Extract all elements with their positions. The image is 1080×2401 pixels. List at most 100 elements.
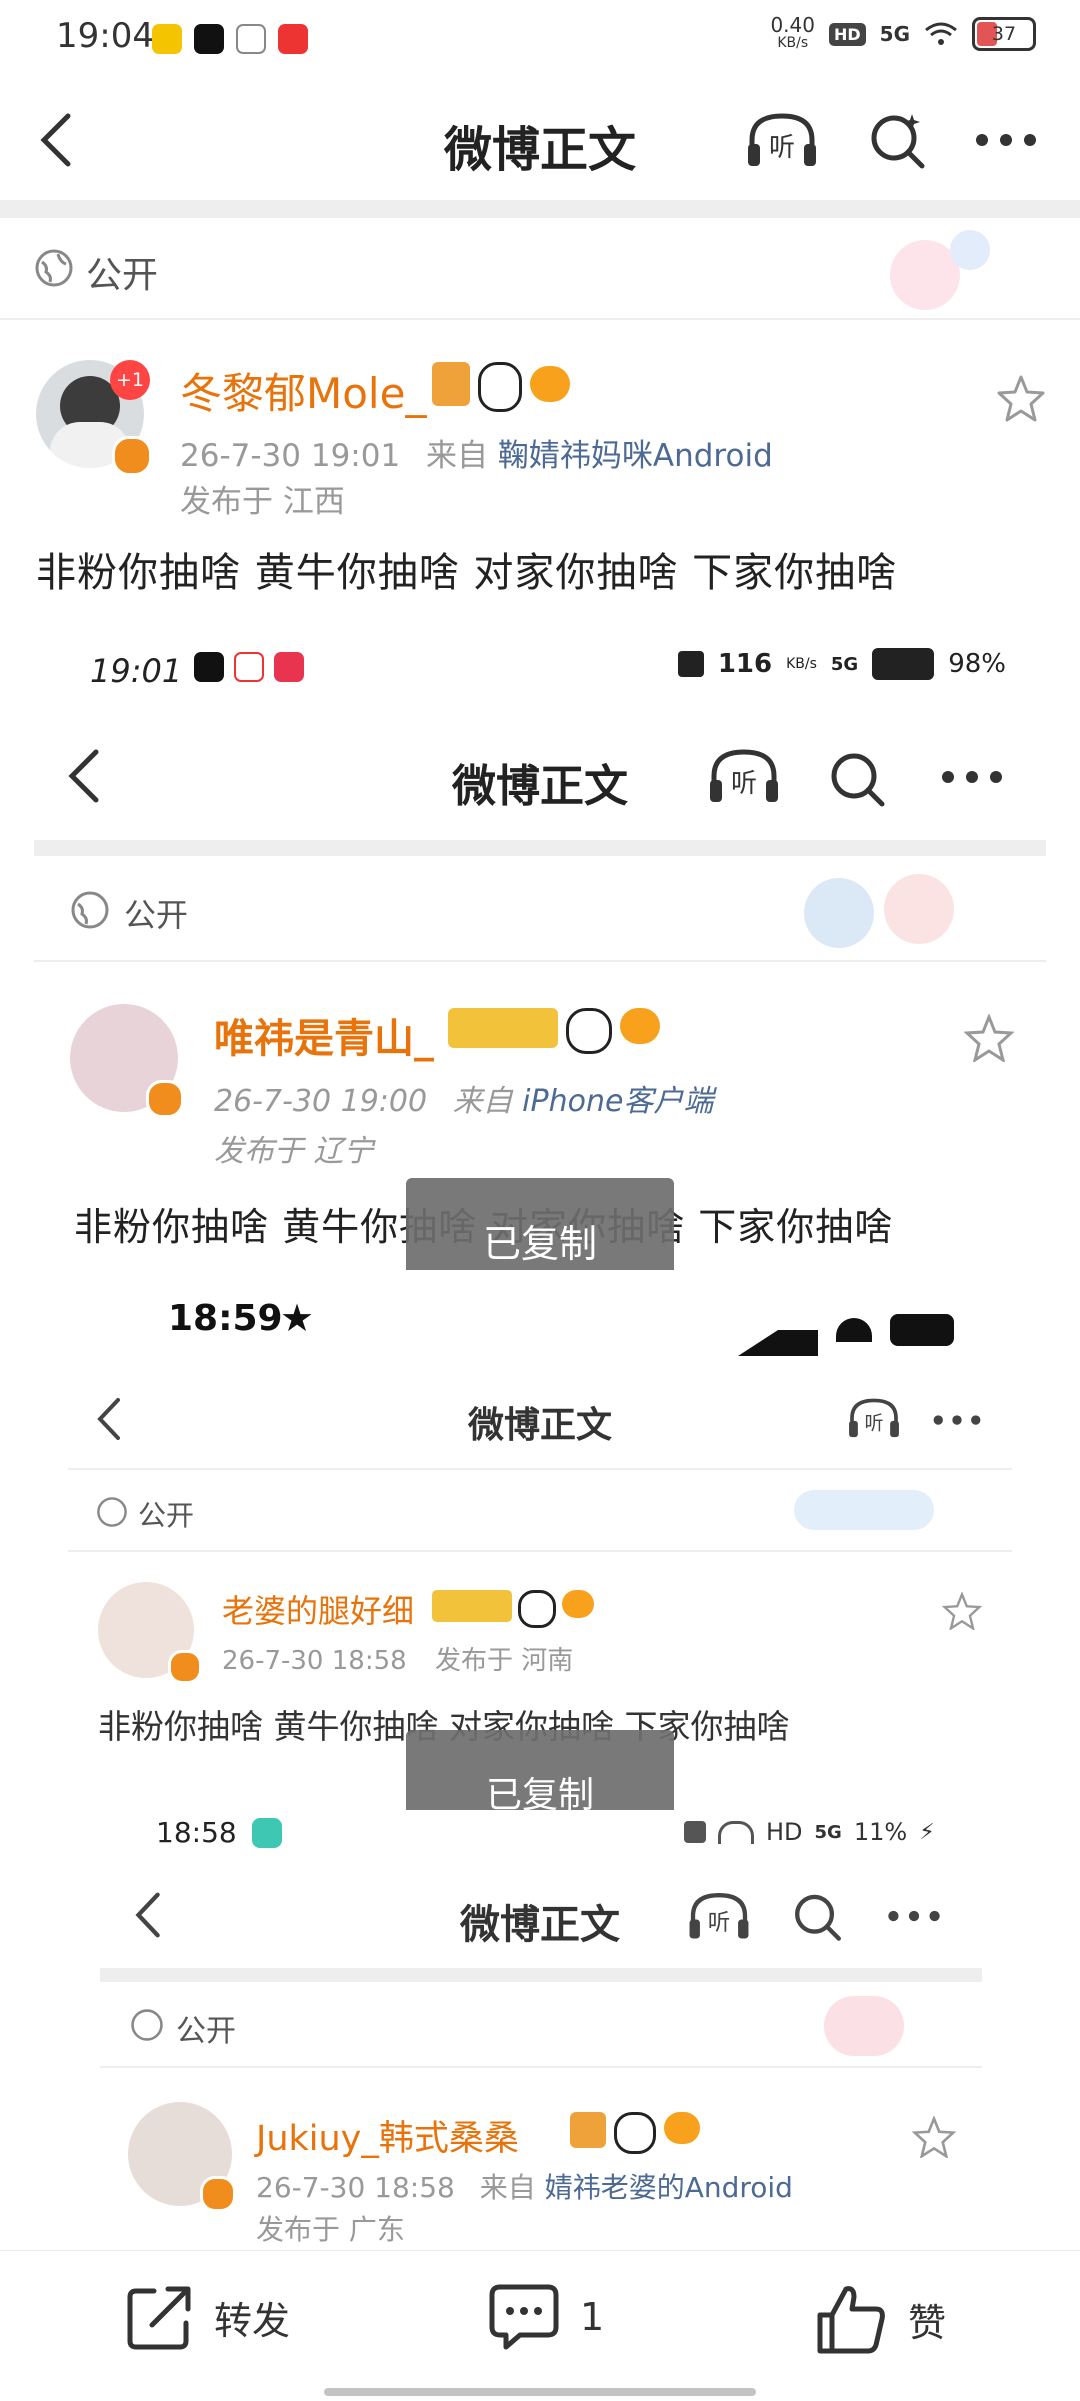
wifi-icon bbox=[925, 22, 957, 45]
embedded-3-status-time: 18:58 bbox=[156, 1816, 237, 1849]
crown-badge-icon bbox=[432, 362, 470, 406]
embedded-3-visibility: 公开 bbox=[176, 2014, 236, 2049]
search-icon bbox=[871, 114, 925, 169]
embedded-screenshot-1: 19:01 116 KB/s 5G 98% 微博正文 听 公开 唯祎是青山_ 2… bbox=[34, 620, 1046, 1270]
embedded-3-badges bbox=[570, 2112, 700, 2154]
charging-icon: ⚡ bbox=[919, 1819, 935, 1845]
embedded-screenshot-2: 18:59 ★ 微博正文 听 公开 老婆的腿好细 26-7-30 18:58 发… bbox=[34, 1270, 1046, 1810]
embedded-1-region: 发布于 辽宁 bbox=[214, 1134, 374, 1169]
embedded-2-star-icon bbox=[942, 1592, 982, 1630]
search-button[interactable] bbox=[862, 104, 934, 176]
battery-icon bbox=[872, 648, 935, 680]
forward-label: 转发 bbox=[214, 2298, 291, 2343]
forward-icon bbox=[127, 2286, 191, 2350]
embedded-3-sticker bbox=[754, 1982, 954, 2062]
headphones-icon: 听 bbox=[748, 113, 816, 166]
comment-icon bbox=[489, 2284, 559, 2350]
signal-icon bbox=[738, 1304, 818, 1356]
status-indicators: 0.40 KB/s HD 5G 37 bbox=[770, 13, 1036, 52]
embedded-3-star-icon bbox=[912, 2116, 956, 2158]
fish-badge-icon bbox=[530, 366, 570, 402]
embedded-1-more-icon bbox=[942, 771, 1002, 783]
embedded-2-username: 老婆的腿好细 bbox=[222, 1592, 415, 1630]
thumbs-up-icon bbox=[817, 2286, 885, 2354]
game-app-icon bbox=[278, 24, 308, 54]
embedded-1-title: 微博正文 bbox=[452, 761, 628, 812]
mute-icon bbox=[684, 1821, 706, 1843]
embedded-3-status-indicators: HD 5G 11% ⚡ bbox=[684, 1818, 935, 1846]
embedded-1-meta: 26-7-30 19:00 来自 iPhone客户端 bbox=[214, 1084, 714, 1119]
embedded-1-search-icon bbox=[831, 753, 885, 807]
post-source[interactable]: 鞠婧祎妈咪Android bbox=[498, 438, 773, 474]
embedded-3-headphones-icon: 听 bbox=[689, 1893, 749, 1939]
embedded-2-status-indicators bbox=[738, 1304, 954, 1356]
hd-icon: HD bbox=[828, 22, 866, 46]
embedded-1-headphones-icon: 听 bbox=[710, 749, 778, 802]
signal-icon: 5G bbox=[879, 22, 910, 46]
embedded-screenshot-3: 18:58 HD 5G 11% ⚡ 微博正文 听 公开 Jukiuy_韩式桑桑 bbox=[34, 1810, 1046, 2250]
embedded-2-badges bbox=[432, 1590, 594, 1628]
douyin-app-icon bbox=[194, 24, 224, 54]
embedded-3-more-icon bbox=[888, 1910, 940, 1922]
like-label: 赞 bbox=[908, 2300, 947, 2345]
embedded-2-visibility: 公开 bbox=[138, 1499, 195, 1532]
embedded-3-region: 发布于 广东 bbox=[256, 2213, 405, 2246]
verified-icon bbox=[112, 436, 152, 476]
weibo-app-icon bbox=[152, 24, 182, 54]
embedded-1-verified-icon bbox=[146, 1080, 184, 1118]
home-indicator[interactable] bbox=[324, 2388, 756, 2396]
embedded-3-globe-icon bbox=[131, 2009, 163, 2041]
embedded-1-app-icons bbox=[194, 652, 304, 682]
visibility-row: 公开 bbox=[0, 218, 1080, 320]
decorative-sticker bbox=[880, 220, 1010, 316]
user-badges bbox=[432, 362, 570, 412]
embedded-1-sticker bbox=[804, 868, 974, 958]
embedded-2-sticker bbox=[774, 1470, 964, 1540]
battery-icon bbox=[890, 1314, 954, 1346]
net-speed: 0.40 KB/s bbox=[770, 13, 815, 51]
post-meta: 26-7-30 19:01 来自 鞠婧祎妈咪Android bbox=[180, 438, 773, 474]
embedded-3-verified-icon bbox=[200, 2176, 236, 2212]
favorite-star-icon[interactable] bbox=[996, 374, 1046, 422]
svg-text:听: 听 bbox=[864, 1413, 883, 1435]
embedded-1-badges bbox=[448, 1008, 660, 1054]
panda-badge-icon bbox=[478, 362, 522, 412]
avatar-badge: +1 bbox=[110, 360, 150, 400]
notification-icons bbox=[152, 24, 308, 54]
status-time: 19:04 bbox=[56, 16, 154, 56]
listen-label: 听 bbox=[769, 133, 795, 163]
embedded-1-status-indicators: 116 KB/s 5G 98% bbox=[677, 648, 1006, 680]
section-divider bbox=[0, 200, 1080, 218]
listen-button[interactable]: 听 bbox=[742, 104, 822, 176]
forward-button[interactable]: 转发 bbox=[124, 2281, 290, 2353]
svg-text:听: 听 bbox=[731, 769, 757, 799]
embedded-2-more-icon bbox=[933, 1415, 981, 1425]
embedded-3-meta: 26-7-30 18:58 来自 婧祎老婆的Android bbox=[256, 2171, 793, 2204]
status-bar: 19:04 0.40 KB/s HD 5G 37 bbox=[0, 0, 1080, 80]
embedded-2-globe-icon bbox=[97, 1497, 127, 1527]
comment-count: 1 bbox=[580, 2295, 605, 2339]
embedded-3-app-icon bbox=[252, 1818, 282, 1848]
embedded-2-headphones-icon: 听 bbox=[849, 1398, 899, 1438]
post-text: 非粉你抽啥 黄牛你抽啥 对家你抽啥 下家你抽啥 bbox=[36, 550, 898, 596]
embedded-2-meta: 26-7-30 18:58 发布于 河南 bbox=[222, 1646, 574, 1676]
embedded-1-username: 唯祎是青山_ bbox=[214, 1015, 434, 1062]
embedded-1-star-icon bbox=[964, 1014, 1014, 1062]
visibility-label: 公开 bbox=[86, 255, 159, 296]
like-button[interactable]: 赞 bbox=[814, 2281, 946, 2357]
nav-bar: 微博正文 听 bbox=[0, 80, 1080, 200]
username[interactable]: 冬黎郁Mole_ bbox=[180, 360, 426, 421]
embedded-1-globe-icon bbox=[71, 891, 109, 929]
bottom-action-bar: 转发 1 赞 bbox=[0, 2250, 1080, 2401]
embedded-1-status-time: 19:01 bbox=[90, 652, 183, 690]
comment-button[interactable]: 1 bbox=[486, 2281, 604, 2353]
wifi-icon bbox=[718, 1820, 754, 1844]
svg-text:听: 听 bbox=[708, 1910, 731, 1936]
mute-icon bbox=[677, 651, 704, 677]
embedded-2-status-time: 18:59 bbox=[168, 1298, 283, 1339]
embedded-2-star-mark-icon: ★ bbox=[280, 1296, 315, 1340]
battery-icon: 37 bbox=[972, 17, 1036, 51]
wechat-app-icon bbox=[236, 24, 266, 54]
more-button[interactable] bbox=[966, 104, 1046, 176]
wifi-icon bbox=[836, 1318, 872, 1342]
